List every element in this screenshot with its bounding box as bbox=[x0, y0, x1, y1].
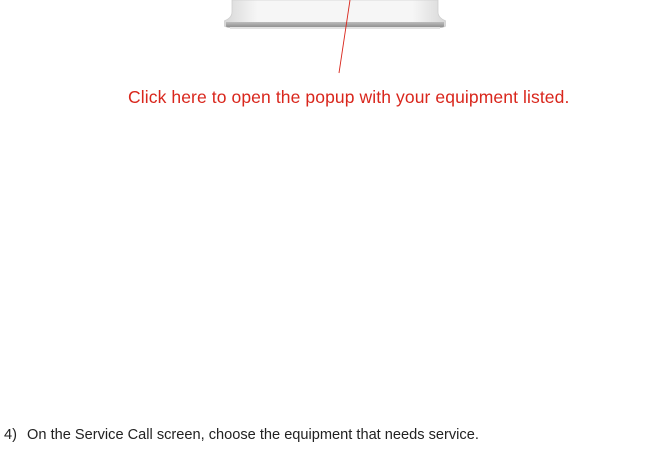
step-number: 4) bbox=[4, 427, 17, 443]
device-stand-icon bbox=[224, 0, 446, 29]
instruction-step: 4) On the Service Call screen, choose th… bbox=[4, 427, 479, 443]
instruction-text: On the Service Call screen, choose the e… bbox=[27, 427, 479, 443]
callout-leader-line bbox=[338, 0, 351, 74]
callout-annotation: Click here to open the popup with your e… bbox=[128, 87, 570, 107]
